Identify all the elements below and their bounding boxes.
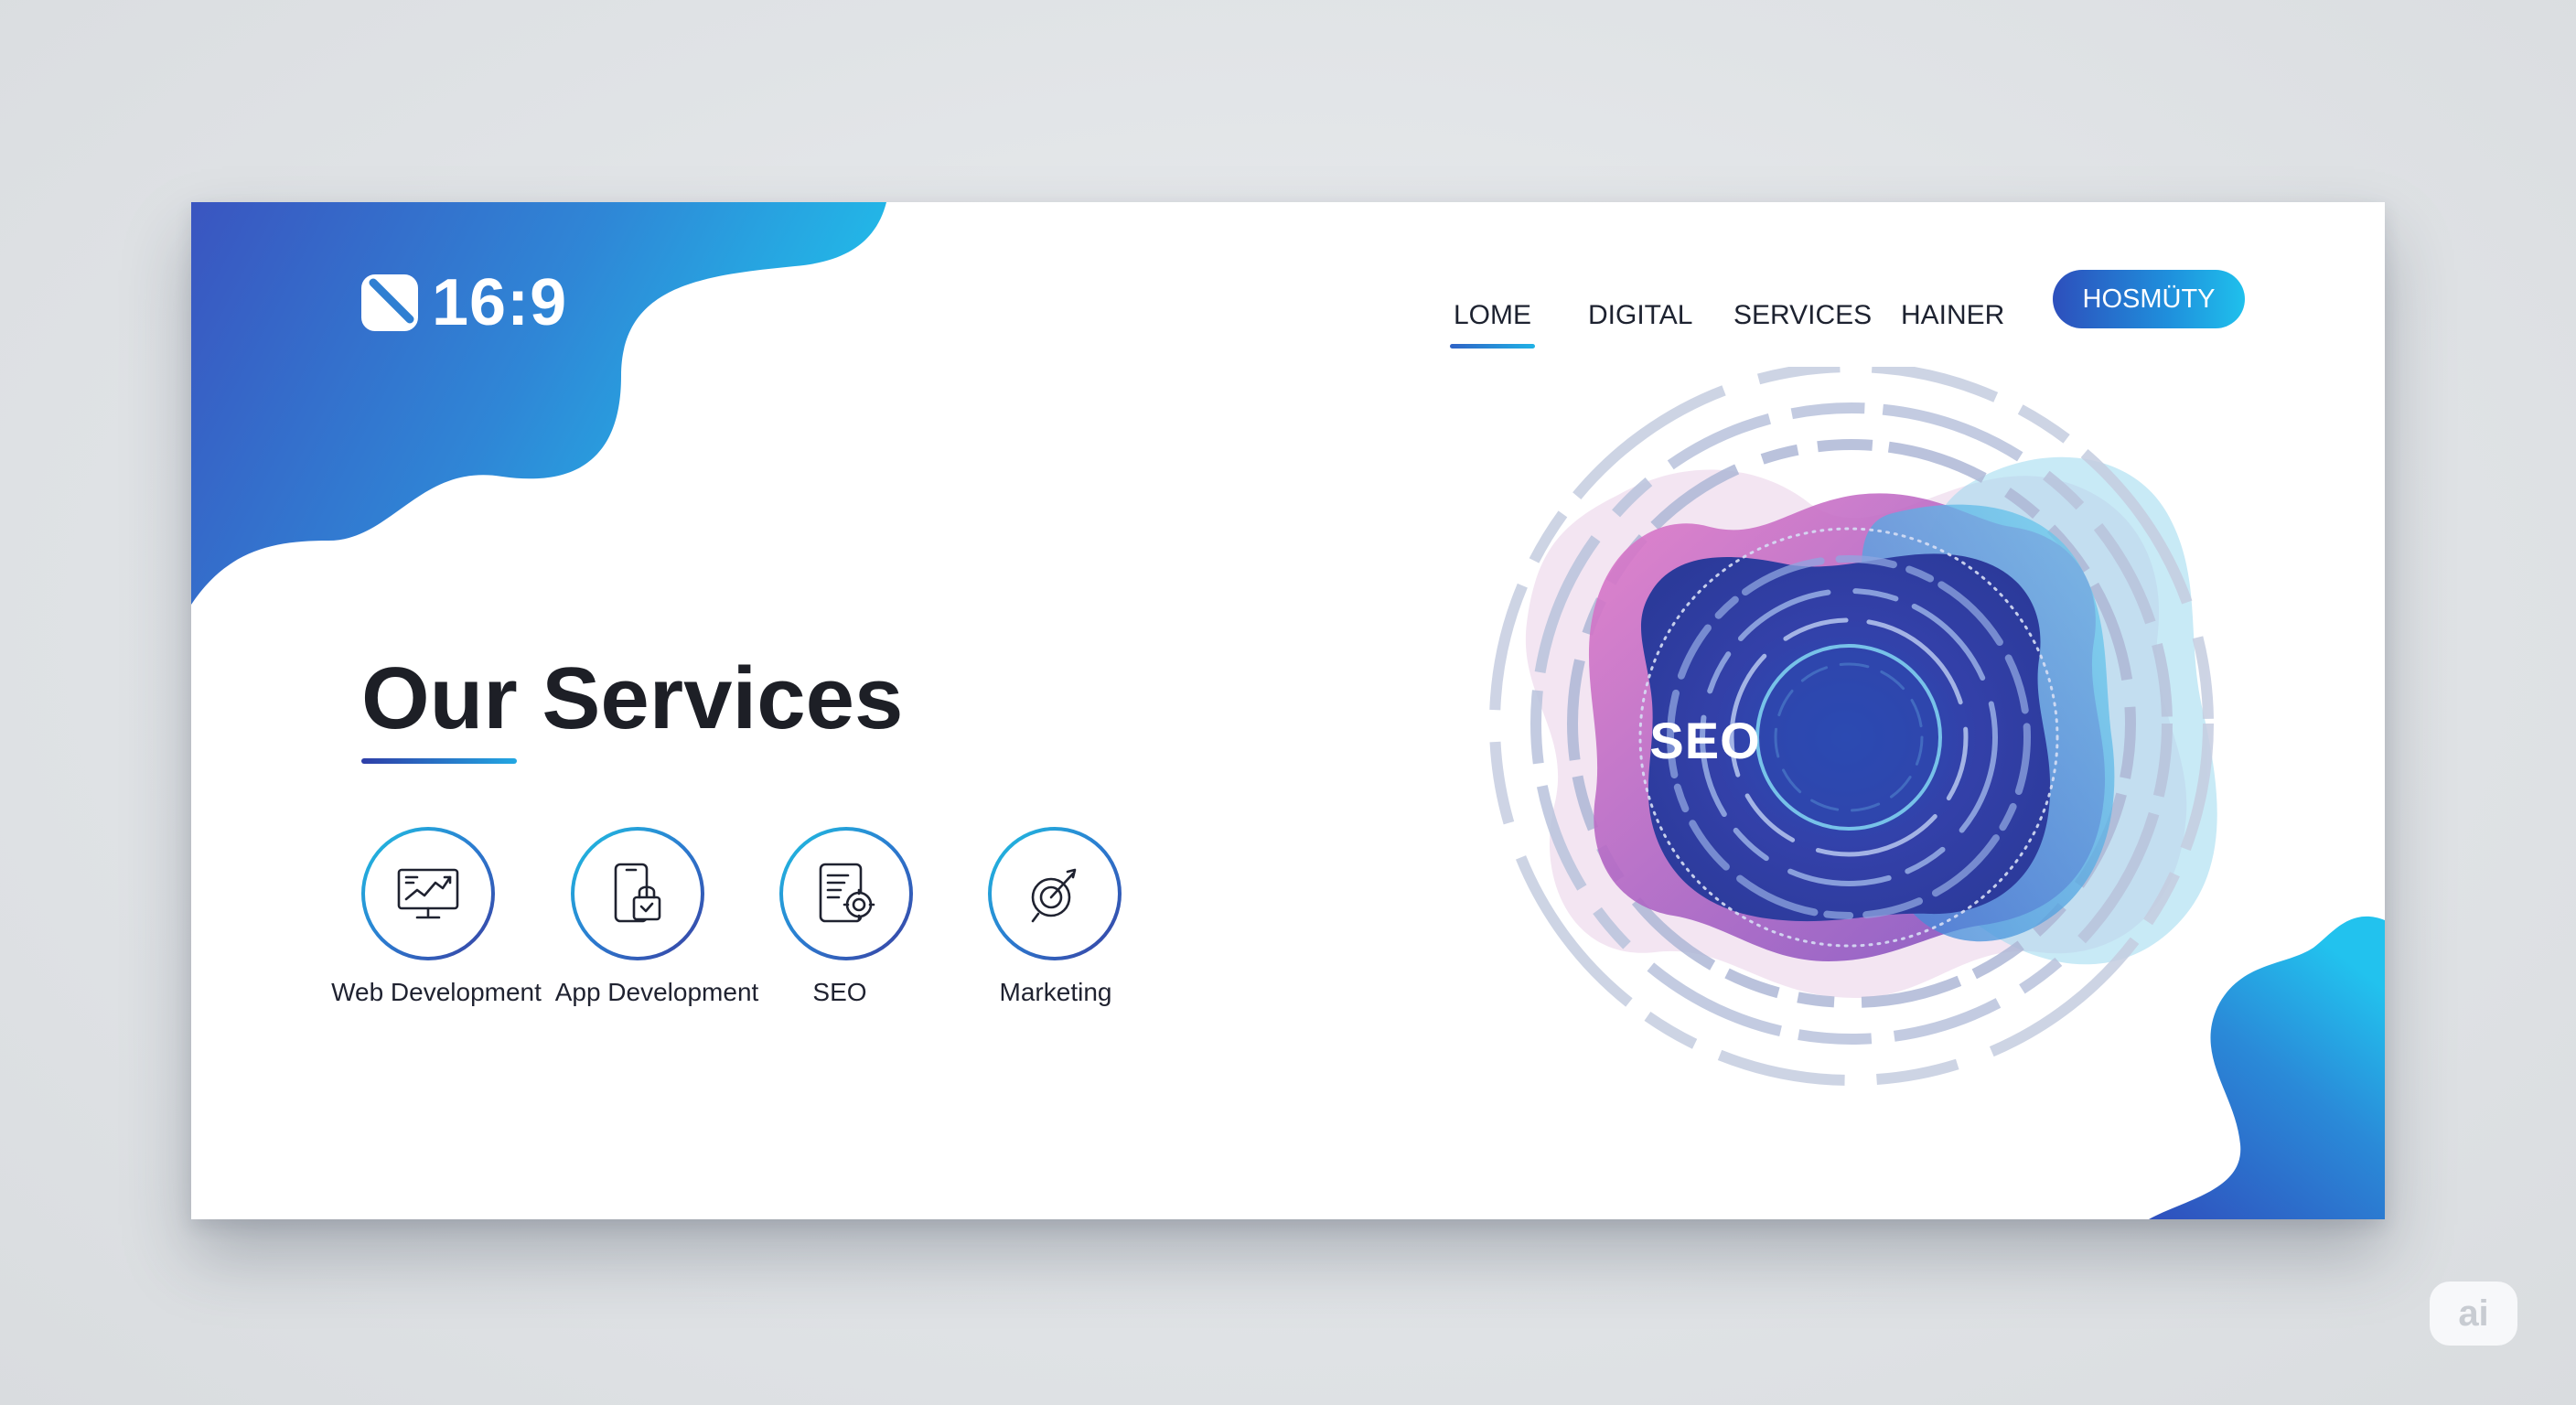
logo-text: 16:9 <box>432 266 568 339</box>
app-development-button[interactable] <box>571 827 704 960</box>
title-underline <box>361 758 517 764</box>
tablet-gear-icon <box>819 863 875 923</box>
nav-item-hainer[interactable]: HAINER <box>1901 279 2004 352</box>
slash-square-icon <box>361 274 418 331</box>
nav-cta-button[interactable]: HOSMÜTY <box>2053 270 2245 328</box>
seo-button[interactable] <box>779 827 913 960</box>
marketing-button[interactable] <box>988 827 1122 960</box>
brand-logo[interactable]: 16:9 <box>359 264 567 341</box>
nav-item-digital[interactable]: DIGITAL <box>1588 279 1692 352</box>
seo-hero-graphic <box>1489 367 2217 1086</box>
service-label-marketing[interactable]: Marketing <box>1000 978 1112 1007</box>
web-development-button[interactable] <box>361 827 495 960</box>
service-label-web-development[interactable]: Web Development <box>331 978 542 1007</box>
ai-watermark-badge: ai <box>2430 1282 2517 1346</box>
phone-lock-icon <box>614 863 661 923</box>
monitor-chart-icon <box>397 868 459 919</box>
service-label-seo[interactable]: SEO <box>812 978 866 1007</box>
target-pin-icon <box>1031 868 1077 923</box>
nav-item-lome[interactable]: LOME <box>1449 279 1536 352</box>
hero-seo-label: SEO <box>1649 712 1761 769</box>
service-label-app-development[interactable]: App Development <box>555 978 759 1007</box>
top-left-wave <box>191 202 886 605</box>
nav-item-services[interactable]: SERVICES <box>1733 279 1872 352</box>
website-banner-card: 16:9 LOME DIGITAL SERVICES HAINER HOSMÜT… <box>191 202 2385 1219</box>
page-title: Our Services <box>361 649 904 747</box>
